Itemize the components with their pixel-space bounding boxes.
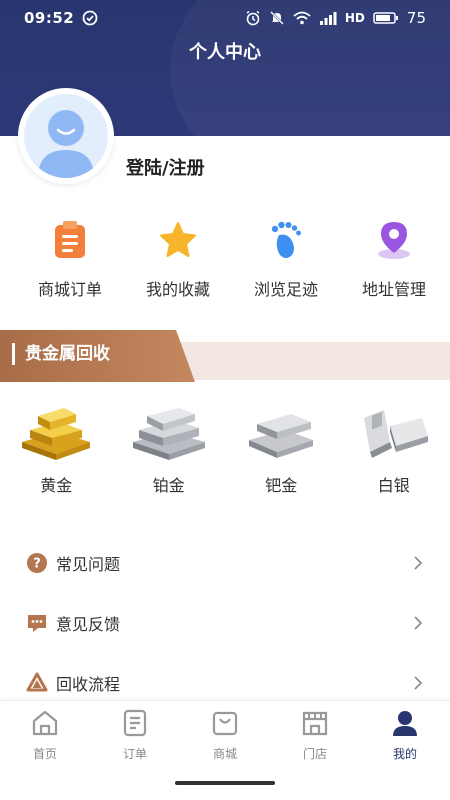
chevron-right-icon bbox=[414, 676, 423, 690]
quick-action-label: 地址管理 bbox=[361, 280, 426, 299]
clipboard-icon bbox=[48, 218, 92, 262]
store-icon bbox=[299, 707, 331, 739]
shop-bag-icon bbox=[209, 707, 241, 739]
tab-orders[interactable]: 订单 bbox=[90, 701, 180, 770]
user-avatar-icon bbox=[24, 94, 108, 178]
section-title: 贵金属回收 bbox=[12, 343, 110, 365]
mute-icon bbox=[269, 10, 285, 26]
footprint-icon bbox=[264, 218, 308, 262]
home-indicator bbox=[175, 781, 275, 785]
tab-label: 我的 bbox=[392, 747, 417, 761]
chevron-right-icon bbox=[414, 556, 423, 570]
quick-action-label: 商城订单 bbox=[37, 280, 102, 299]
silver-bar-icon bbox=[363, 410, 428, 458]
gold-bar-icon bbox=[22, 408, 91, 460]
tab-profile[interactable]: 我的 bbox=[360, 701, 450, 770]
bottom-tab-bar: 首页 订单 商城 门店 我的 bbox=[0, 700, 450, 770]
quick-action-orders[interactable]: 商城订单 bbox=[18, 218, 122, 300]
quick-action-label: 我的收藏 bbox=[145, 280, 210, 299]
feedback-icon bbox=[26, 612, 48, 634]
quick-actions: 商城订单 我的收藏 浏览足迹 地址管理 bbox=[0, 218, 450, 300]
metal-label: 白银 bbox=[377, 476, 410, 495]
metal-palladium[interactable]: 钯金 bbox=[225, 402, 338, 496]
page-title: 个人中心 bbox=[189, 42, 261, 63]
home-icon bbox=[29, 707, 61, 739]
alarm-icon bbox=[245, 10, 261, 26]
tab-label: 首页 bbox=[32, 747, 57, 761]
menu-label: 意见反馈 bbox=[56, 615, 121, 634]
chevron-right-icon bbox=[414, 616, 423, 630]
quick-action-history[interactable]: 浏览足迹 bbox=[234, 218, 338, 300]
avatar[interactable] bbox=[18, 88, 114, 184]
wifi-icon bbox=[293, 11, 311, 25]
metal-silver[interactable]: 白银 bbox=[338, 402, 450, 496]
location-pin-icon bbox=[372, 218, 416, 262]
metal-label: 黄金 bbox=[40, 476, 73, 495]
question-icon: ? bbox=[26, 552, 48, 574]
recycle-icon bbox=[26, 672, 48, 694]
status-bar: 09:52 HD 75 bbox=[0, 0, 450, 36]
tab-home[interactable]: 首页 bbox=[0, 701, 90, 770]
svg-text:?: ? bbox=[33, 557, 41, 572]
metal-label: 铂金 bbox=[152, 476, 185, 495]
login-register-link[interactable]: 登陆/注册 bbox=[126, 154, 205, 180]
tab-label: 商城 bbox=[212, 747, 237, 761]
status-time: 09:52 bbox=[24, 9, 75, 27]
network-label: HD bbox=[344, 11, 365, 25]
menu-item-feedback[interactable]: 意见反馈 bbox=[0, 603, 450, 643]
palladium-bar-icon bbox=[249, 414, 314, 458]
tab-shop[interactable]: 商城 bbox=[180, 701, 270, 770]
tab-label: 门店 bbox=[302, 747, 327, 761]
metal-label: 钯金 bbox=[265, 476, 298, 495]
star-icon bbox=[156, 218, 200, 262]
order-icon bbox=[119, 707, 151, 739]
signal-icon bbox=[319, 11, 337, 25]
quick-action-label: 浏览足迹 bbox=[253, 280, 318, 299]
check-circle-icon bbox=[82, 10, 98, 26]
metal-platinum[interactable]: 铂金 bbox=[113, 402, 226, 496]
platinum-bar-icon bbox=[132, 408, 205, 460]
battery-level: 75 bbox=[406, 9, 426, 27]
tab-label: 订单 bbox=[122, 747, 147, 761]
menu-label: 常见问题 bbox=[56, 555, 121, 574]
metal-categories: 黄金 铂金 钯金 白银 bbox=[0, 402, 450, 496]
battery-icon bbox=[373, 11, 399, 25]
menu-item-faq[interactable]: ? 常见问题 bbox=[0, 543, 450, 583]
tab-store[interactable]: 门店 bbox=[270, 701, 360, 770]
quick-action-address[interactable]: 地址管理 bbox=[342, 218, 446, 300]
menu-item-recycle-process[interactable]: 回收流程 bbox=[0, 663, 450, 703]
metal-gold[interactable]: 黄金 bbox=[0, 402, 113, 496]
profile-icon bbox=[389, 707, 421, 739]
quick-action-favorites[interactable]: 我的收藏 bbox=[126, 218, 230, 300]
menu-label: 回收流程 bbox=[56, 675, 121, 694]
precious-metal-banner: 贵金属回收 bbox=[0, 330, 450, 382]
